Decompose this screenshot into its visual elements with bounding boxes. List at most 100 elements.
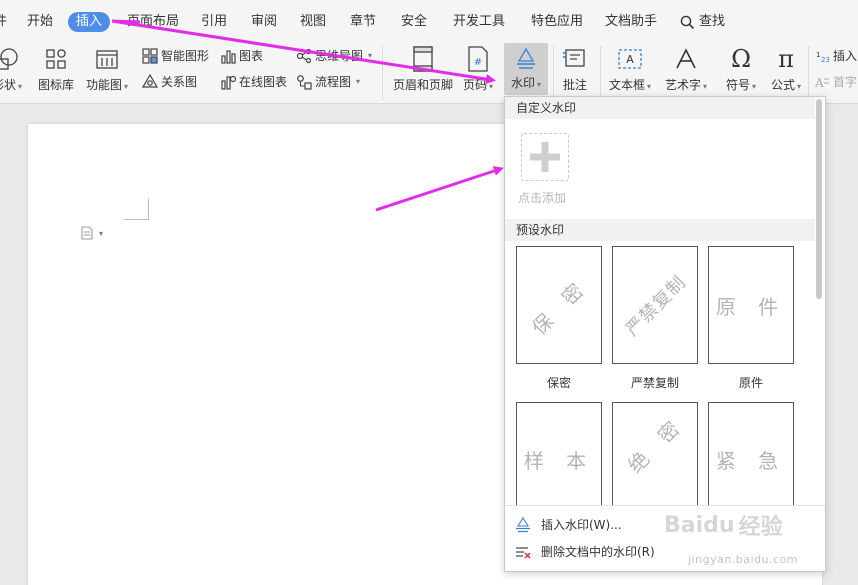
flow-chart-icon (297, 74, 312, 90)
header-footer-button[interactable]: 页眉和页脚 (393, 46, 453, 92)
relation-chart-button[interactable]: 关系图 (142, 73, 197, 90)
relation-chart-icon (142, 73, 158, 88)
menu-security[interactable]: 安全 (401, 13, 427, 31)
baidu-jingyan-logo: Baidu 经验 (664, 509, 783, 541)
header-footer-icon (410, 46, 436, 72)
symbol-button[interactable]: Ω 符号 ▾ (726, 45, 756, 94)
preset-watermark-caption: 严禁复制 (630, 376, 679, 390)
menu-search[interactable]: 查找 (680, 13, 725, 31)
watermark-label: 水印 (510, 76, 535, 90)
preset-watermark-tile[interactable]: 保 密 (516, 246, 602, 364)
menu-view[interactable]: 视图 (300, 13, 326, 31)
svg-text:A: A (626, 53, 634, 66)
header-footer-label: 页眉和页脚 (393, 78, 454, 92)
menu-start[interactable]: 开始 (27, 13, 53, 31)
textbox-button[interactable]: A 文本框 ▾ (609, 46, 651, 94)
menu-insert[interactable]: 插入 (68, 12, 111, 32)
svg-text:#: # (474, 57, 482, 68)
comment-button[interactable]: 批注 (562, 46, 588, 92)
menu-doc-assistant[interactable]: 文档助手 (605, 13, 657, 31)
insert-watermark-menu-item[interactable]: 插入水印(W)... (515, 516, 622, 533)
document-icon (81, 226, 93, 240)
ribbon-separator (600, 46, 601, 100)
panel-scrollbar[interactable] (815, 99, 823, 503)
delete-watermark-menu-item[interactable]: 删除文档中的水印(R) (515, 543, 655, 560)
chart-icon (221, 49, 236, 64)
brand-suffix-text: 经验 (738, 515, 783, 540)
plus-icon (530, 142, 560, 172)
mind-map-button[interactable]: 思维导图 ▾ (296, 47, 372, 64)
watermark-icon (513, 46, 539, 72)
page-number-icon: # (465, 46, 491, 72)
page-number-button[interactable]: # 页码 ▾ (463, 46, 493, 94)
preset-watermark-caption: 保密 (546, 376, 571, 390)
watermark-icon (516, 516, 530, 532)
formula-button[interactable]: π 公式 ▾ (771, 45, 801, 94)
preset-watermark-tile[interactable]: 样 本 (516, 402, 602, 520)
search-icon (680, 15, 695, 29)
wordart-icon (673, 46, 699, 72)
preset-watermark-title: 预设水印 (505, 219, 815, 241)
margin-corner-mark (124, 198, 149, 220)
online-chart-label: 在线图表 (239, 75, 288, 89)
ribbon-separator (808, 46, 809, 100)
menu-review[interactable]: 审阅 (251, 13, 277, 31)
preset-watermark-tile[interactable]: 原 件 (708, 246, 794, 364)
menu-references[interactable]: 引用 (201, 13, 227, 31)
wordart-button[interactable]: 艺术字 ▾ (665, 46, 707, 94)
dropcap-icon: A (814, 76, 829, 90)
omega-icon: Ω (731, 45, 751, 73)
preset-watermark-tile[interactable]: 绝 密 (612, 402, 698, 520)
search-label: 查找 (699, 14, 726, 29)
menu-developer[interactable]: 开发工具 (453, 13, 505, 31)
menu-page-layout[interactable]: 页面布局 (127, 13, 179, 31)
preset-watermark-text: 原 件 (715, 294, 787, 319)
preset-watermark-text: 样 本 (523, 449, 595, 473)
shape-button[interactable]: 形状▾ (0, 46, 22, 94)
menu-bar: 件 开始 插入 页面布局 引用 审阅 视图 章节 安全 开发工具 特色应用 文档… (0, 0, 858, 42)
page-number-label: 页码 (463, 78, 488, 92)
icon-library-icon (43, 46, 69, 72)
custom-watermark-title: 自定义水印 (505, 97, 815, 119)
flow-chart-button[interactable]: 流程图 ▾ (296, 73, 360, 90)
paragraph-layout-button[interactable]: ▾ (80, 226, 103, 240)
smart-shape-label: 智能图形 (161, 49, 210, 63)
comment-icon (562, 46, 588, 72)
preset-watermark-text: 保 密 (526, 272, 594, 340)
icon-library-label: 图标库 (38, 78, 75, 92)
delete-watermark-label: 删除文档中的水印(R) (541, 545, 655, 559)
watermark-dropdown: 自定义水印 点击添加 预设水印 保 密 严禁复制 原 件 保密 严禁复制 原件 … (504, 96, 826, 572)
symbol-label: 符号 (726, 78, 751, 92)
watermark-button[interactable]: 水印 ▾ (504, 43, 548, 95)
flow-chart-label: 流程图 (315, 75, 352, 89)
wordart-label: 艺术字 (665, 78, 702, 92)
menu-chapter[interactable]: 章节 (350, 13, 376, 31)
online-chart-button[interactable]: 在线图表 (220, 73, 287, 90)
function-chart-button[interactable]: 功能图 ▾ (86, 46, 128, 94)
add-custom-watermark-button[interactable] (521, 133, 569, 181)
brand-url: jingyan.baidu.com (688, 553, 799, 566)
textbox-icon: A (617, 46, 643, 72)
relation-chart-label: 关系图 (161, 75, 198, 89)
chevron-down-icon: ▾ (99, 228, 104, 238)
menu-file-partial[interactable]: 件 (0, 13, 7, 31)
online-chart-icon (221, 75, 236, 90)
preset-watermark-tile[interactable]: 紧 急 (708, 402, 794, 520)
dropcap-button[interactable]: A 首字 (814, 73, 857, 90)
chart-button[interactable]: 图表 (220, 47, 263, 64)
number-icon: 123 (816, 51, 830, 64)
formula-label: 公式 (771, 78, 796, 92)
insert-watermark-label: 插入水印(W)... (541, 518, 622, 532)
shape-icon (0, 46, 20, 72)
brand-logo-text: Baidu (664, 512, 735, 538)
smart-shape-button[interactable]: 智能图形 (142, 47, 209, 64)
function-chart-label: 功能图 (86, 78, 123, 92)
comment-label: 批注 (562, 78, 587, 92)
scroll-thumb[interactable] (816, 99, 822, 299)
insert-number-button[interactable]: 1 23 插入 (814, 47, 857, 64)
preset-watermark-tile[interactable]: 严禁复制 (612, 246, 698, 364)
icon-library-button[interactable]: 图标库 (38, 46, 74, 92)
preset-watermark-text: 绝 密 (622, 410, 690, 478)
preset-watermark-caption: 原件 (738, 376, 763, 390)
menu-special-apps[interactable]: 特色应用 (531, 13, 583, 31)
